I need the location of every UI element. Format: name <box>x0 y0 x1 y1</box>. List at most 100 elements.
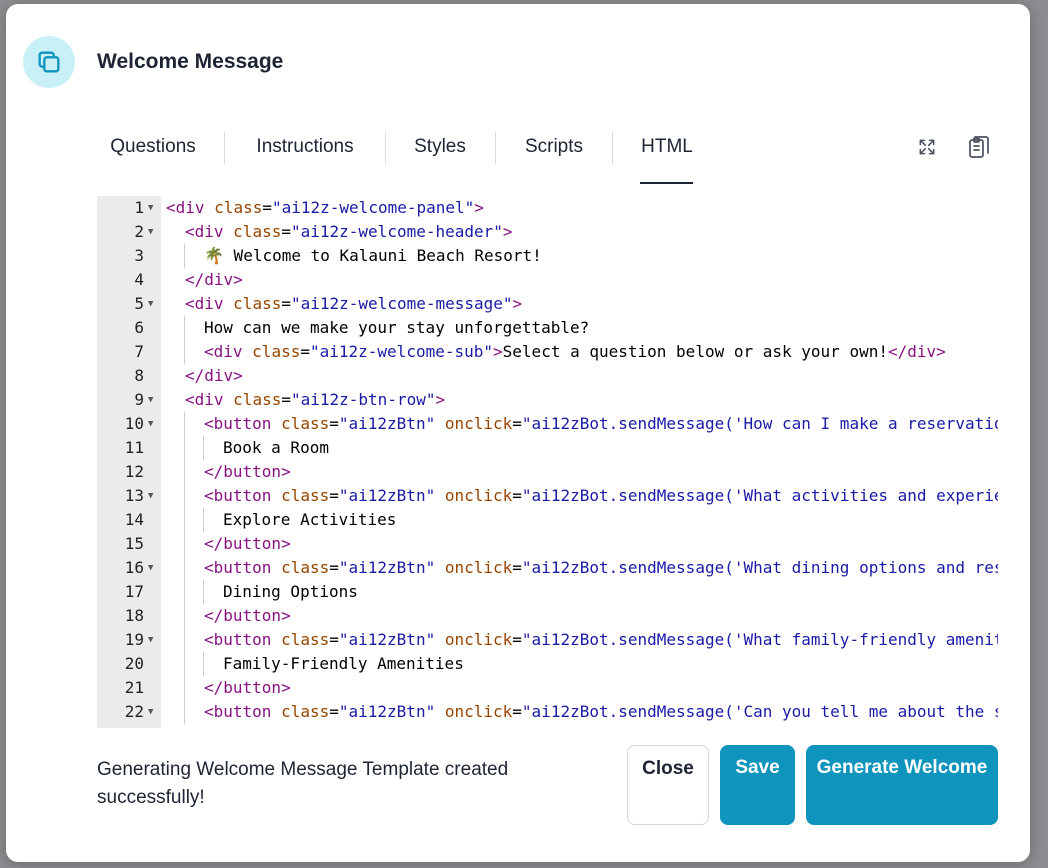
copy-icon <box>23 36 75 88</box>
expand-icon[interactable] <box>912 132 942 162</box>
code-text: <div class="ai12z-welcome-header"> <box>185 220 513 244</box>
code-text: </button> <box>204 604 291 628</box>
code-token: class <box>214 198 263 217</box>
code-line: 16 ▼ <button class="ai12zBtn" onclick="ai1… <box>97 556 998 580</box>
code-token: class <box>233 390 282 409</box>
line-number: 22 <box>124 702 144 721</box>
line-number: 7 <box>134 342 144 361</box>
code-token: How can we make your stay unforgettable? <box>204 318 590 337</box>
code-token: class <box>281 414 330 433</box>
code-token: <div <box>166 198 215 217</box>
code-token: = <box>512 630 522 649</box>
code-token: <div <box>185 294 234 313</box>
indent-guide <box>203 580 204 604</box>
code-text: <button class="ai12zBtn" onclick="ai12zB… <box>204 628 998 652</box>
generate-welcome-button[interactable]: Generate Welcome <box>806 745 998 825</box>
code-token: onclick <box>444 630 513 649</box>
line-number: 3 <box>134 246 144 265</box>
code-text: <button class="ai12zBtn" onclick="ai12zB… <box>204 700 998 724</box>
code-text: <div class="ai12z-welcome-message"> <box>185 292 522 316</box>
code-token: "ai12z-welcome-sub" <box>309 342 494 361</box>
code-line: 3 🌴 Welcome to Kalauni Beach Resort! <box>97 244 998 268</box>
code-text: <div class="ai12z-welcome-panel"> <box>166 196 484 220</box>
fold-arrow-icon[interactable]: ▼ <box>148 292 158 316</box>
code-text: </div> <box>185 364 243 388</box>
code-token: class <box>281 630 330 649</box>
code-token: class <box>281 486 330 505</box>
fold-arrow-icon[interactable]: ▼ <box>148 220 158 244</box>
code-token: <button <box>204 414 282 433</box>
code-line: 6 How can we make your stay unforgettable… <box>97 316 998 340</box>
code-token: "ai12z-welcome-message" <box>290 294 513 313</box>
status-message: Generating Welcome Message Template crea… <box>97 759 509 808</box>
code-token: <div <box>185 390 234 409</box>
tab-instructions[interactable]: Instructions <box>244 126 366 184</box>
line-number: 10 <box>124 414 144 433</box>
line-number: 9 <box>134 390 144 409</box>
code-token: </button> <box>204 606 291 625</box>
code-line: 21 </button> <box>97 676 998 700</box>
line-number: 17 <box>124 582 144 601</box>
tab-divider <box>495 132 496 164</box>
dialog-title: Welcome Message <box>97 50 284 73</box>
indent-guide <box>184 508 185 532</box>
indent-guide <box>184 580 185 604</box>
code-token: 🌴 Welcome to Kalauni Beach Resort! <box>204 246 542 265</box>
welcome-message-dialog: Welcome Message Questions Instructions S… <box>6 4 1030 862</box>
code-token: = <box>512 558 522 577</box>
indent-guide <box>184 676 185 700</box>
code-token: onclick <box>444 702 513 721</box>
code-text: Book a Room <box>223 436 329 460</box>
code-token: "ai12z-welcome-header" <box>290 222 503 241</box>
code-line: 10 ▼ <button class="ai12zBtn" onclick="ai1… <box>97 412 998 436</box>
tab-html[interactable]: HTML <box>632 126 702 184</box>
code-token: = <box>281 390 291 409</box>
tab-styles[interactable]: Styles <box>403 126 477 184</box>
fold-arrow-icon[interactable]: ▼ <box>148 700 158 724</box>
line-number: 15 <box>124 534 144 553</box>
code-token: class <box>252 342 301 361</box>
html-code-editor[interactable]: 1 ▼ <div class="ai12z-welcome-panel"> 2 ▼ <di… <box>97 196 998 728</box>
fold-arrow-icon[interactable]: ▼ <box>148 388 158 412</box>
code-line: 19 ▼ <button class="ai12zBtn" onclick="ai1… <box>97 628 998 652</box>
line-number: 5 <box>134 294 144 313</box>
fold-arrow-icon[interactable]: ▼ <box>148 412 158 436</box>
code-token: <div <box>204 342 253 361</box>
indent-guide <box>184 556 185 580</box>
fold-arrow-icon[interactable]: ▼ <box>148 556 158 580</box>
code-token: = <box>329 414 339 433</box>
code-text: How can we make your stay unforgettable? <box>204 316 589 340</box>
tab-questions[interactable]: Questions <box>97 126 209 184</box>
indent-guide <box>184 604 185 628</box>
fold-arrow-icon[interactable]: ▼ <box>148 196 158 220</box>
code-line: 12 </button> <box>97 460 998 484</box>
code-token: > <box>474 198 484 217</box>
indent-guide <box>184 484 185 508</box>
code-token: "ai12zBtn" <box>338 558 436 577</box>
fold-arrow-icon[interactable]: ▼ <box>148 484 158 508</box>
code-token: "ai12z-btn-row" <box>290 390 436 409</box>
close-button[interactable]: Close <box>627 745 709 825</box>
save-button[interactable]: Save <box>720 745 795 825</box>
clipboard-copy-icon[interactable] <box>964 132 994 162</box>
code-line: 20 Family-Friendly Amenities <box>97 652 998 676</box>
code-token: "ai12zBot.sendMessage('How can I make a … <box>521 414 998 433</box>
code-token: = <box>329 486 339 505</box>
line-number: 19 <box>124 630 144 649</box>
code-token: = <box>329 702 339 721</box>
fold-arrow-icon[interactable]: ▼ <box>148 628 158 652</box>
code-line: 8 </div> <box>97 364 998 388</box>
indent-guide <box>203 436 204 460</box>
code-token: = <box>281 222 291 241</box>
code-token: "ai12zBtn" <box>338 414 436 433</box>
code-token: class <box>281 702 330 721</box>
code-token: class <box>233 222 282 241</box>
code-line: 5 ▼ <div class="ai12z-welcome-message"> <box>97 292 998 316</box>
code-token: <div <box>185 222 234 241</box>
line-number: 18 <box>124 606 144 625</box>
code-text: </button> <box>204 460 291 484</box>
tab-scripts[interactable]: Scripts <box>512 126 596 184</box>
code-line: 18 </button> <box>97 604 998 628</box>
